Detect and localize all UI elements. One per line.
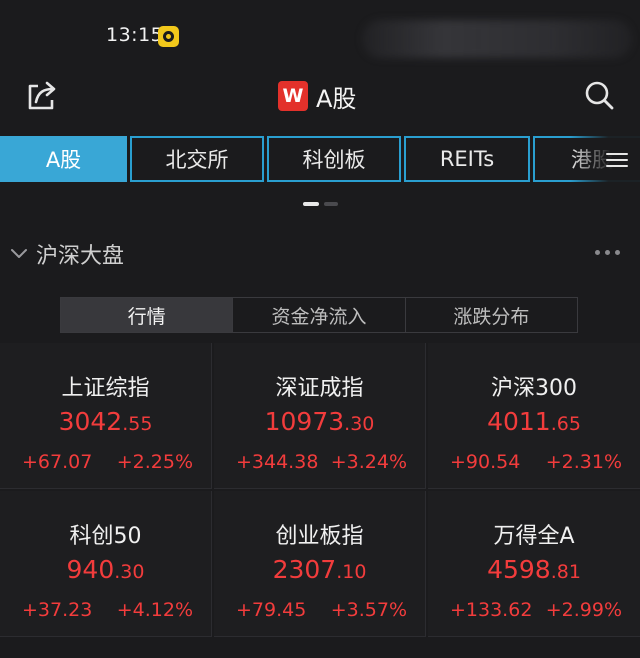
index-card[interactable]: 沪深300 4011.65 +90.54 +2.31% — [428, 343, 640, 489]
share-icon[interactable] — [24, 78, 60, 114]
tab-label: 科创板 — [302, 148, 366, 172]
change-value: +37.23 — [22, 599, 93, 621]
index-card[interactable]: 深证成指 10973.30 +344.38 +3.24% — [214, 343, 426, 489]
brand-logo: W — [278, 81, 308, 111]
price-decimal: .10 — [336, 561, 367, 583]
index-price: 2307.10 — [214, 555, 425, 584]
change-percent: +2.31% — [545, 451, 622, 473]
index-changes: +344.38 +3.24% — [214, 451, 425, 473]
search-icon[interactable] — [582, 78, 616, 112]
index-price: 3042.55 — [0, 407, 211, 436]
index-price: 4011.65 — [428, 407, 640, 436]
change-value: +90.54 — [450, 451, 521, 473]
change-value: +133.62 — [450, 599, 533, 621]
index-price: 940.30 — [0, 555, 211, 584]
tab-fade — [570, 136, 640, 182]
tab-reits[interactable]: REITs — [404, 136, 530, 182]
chevron-down-icon[interactable] — [10, 248, 28, 260]
tab-label: 北交所 — [165, 148, 229, 172]
status-icons-blurred — [362, 20, 632, 58]
more-icon[interactable] — [595, 250, 620, 255]
index-name: 上证综指 — [61, 376, 150, 401]
page-dot-active — [303, 202, 319, 206]
price-integer: 940 — [66, 555, 115, 584]
status-notification-icon — [158, 26, 179, 47]
subtab-label: 行情 — [127, 305, 166, 328]
subtab-label: 涨跌分布 — [453, 305, 530, 328]
tab-a-shares[interactable]: A股 — [0, 136, 127, 182]
price-decimal: .65 — [550, 413, 581, 435]
market-tabs: A股 北交所 科创板 REITs 港股 — [0, 136, 640, 182]
page-title: A股 — [316, 84, 357, 113]
status-time: 13:15 — [106, 24, 164, 46]
price-decimal: .55 — [122, 413, 153, 435]
price-integer: 3042 — [58, 407, 123, 436]
tab-label: REITs — [439, 147, 495, 171]
index-changes: +90.54 +2.31% — [428, 451, 640, 473]
change-percent: +2.25% — [116, 451, 193, 473]
index-price: 4598.81 — [428, 555, 640, 584]
sub-tabs: 行情 资金净流入 涨跌分布 — [60, 297, 578, 333]
index-name: 沪深300 — [491, 376, 577, 401]
price-decimal: .81 — [550, 561, 581, 583]
index-name: 万得全A — [493, 524, 575, 549]
index-price: 10973.30 — [214, 407, 425, 436]
section-header[interactable]: 沪深大盘 — [10, 238, 124, 270]
subtab-net-inflow[interactable]: 资金净流入 — [233, 298, 406, 332]
change-value: +67.07 — [22, 451, 93, 473]
price-integer: 10973 — [264, 407, 345, 436]
change-percent: +2.99% — [545, 599, 622, 621]
page-title-wrap[interactable]: W A股 — [278, 80, 357, 113]
tab-star-market[interactable]: 科创板 — [267, 136, 401, 182]
index-name: 创业板指 — [275, 524, 364, 549]
status-bar: 13:15 — [0, 0, 640, 62]
menu-icon[interactable] — [606, 152, 628, 168]
index-card[interactable]: 创业板指 2307.10 +79.45 +3.57% — [214, 491, 426, 637]
price-decimal: .30 — [344, 413, 375, 435]
price-integer: 4011 — [487, 407, 551, 436]
index-card[interactable]: 上证综指 3042.55 +67.07 +2.25% — [0, 343, 212, 489]
price-integer: 4598 — [487, 555, 551, 584]
index-changes: +79.45 +3.57% — [214, 599, 425, 621]
change-percent: +4.12% — [116, 599, 193, 621]
tab-bse[interactable]: 北交所 — [130, 136, 264, 182]
page-indicator — [303, 202, 338, 206]
index-card[interactable]: 科创50 940.30 +37.23 +4.12% — [0, 491, 212, 637]
section-title: 沪深大盘 — [36, 244, 125, 269]
index-changes: +67.07 +2.25% — [0, 451, 211, 473]
subtab-distribution[interactable]: 涨跌分布 — [406, 298, 577, 332]
change-value: +79.45 — [236, 599, 307, 621]
header: W A股 — [0, 72, 640, 120]
index-changes: +133.62 +2.99% — [428, 599, 640, 621]
change-value: +344.38 — [236, 451, 319, 473]
index-changes: +37.23 +4.12% — [0, 599, 211, 621]
price-integer: 2307 — [272, 555, 337, 584]
page-dot — [324, 202, 338, 206]
change-percent: +3.57% — [330, 599, 407, 621]
tab-label: A股 — [45, 148, 82, 172]
change-percent: +3.24% — [330, 451, 407, 473]
index-card[interactable]: 万得全A 4598.81 +133.62 +2.99% — [428, 491, 640, 637]
subtab-label: 资金净流入 — [271, 305, 367, 328]
index-grid: 上证综指 3042.55 +67.07 +2.25% 深证成指 10973.30 … — [0, 343, 640, 638]
index-name: 科创50 — [69, 524, 142, 549]
index-name: 深证成指 — [275, 376, 364, 401]
subtab-quotes[interactable]: 行情 — [61, 298, 234, 332]
price-decimal: .30 — [114, 561, 145, 583]
